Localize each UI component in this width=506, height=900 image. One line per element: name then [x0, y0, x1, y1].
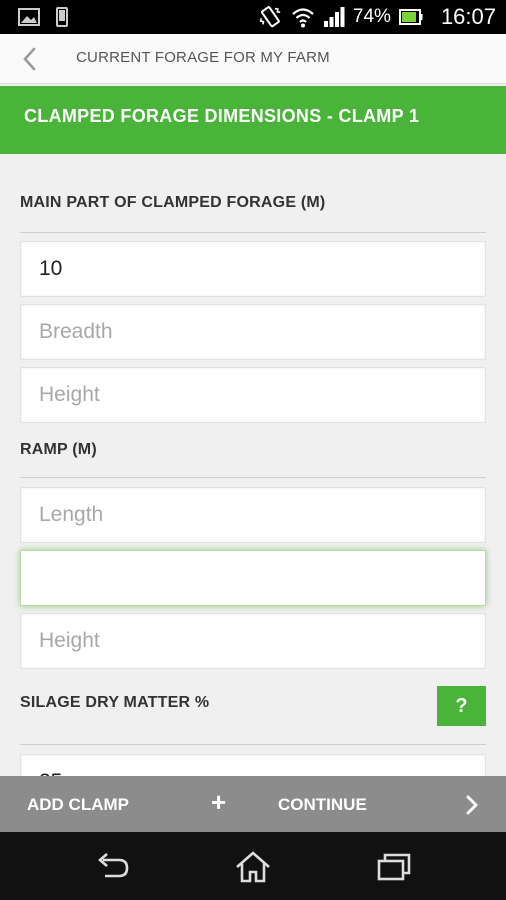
status-bar: 74% 16:07	[0, 0, 506, 34]
ramp-breadth-input[interactable]	[21, 551, 485, 605]
home-icon[interactable]	[233, 850, 273, 884]
main-height-field[interactable]	[20, 367, 486, 423]
app-bar: CURRENT FORAGE FOR MY FARM	[0, 34, 506, 84]
divider	[20, 232, 486, 233]
main-length-field[interactable]	[20, 241, 486, 297]
main-part-label: MAIN PART OF CLAMPED FORAGE (M)	[20, 194, 326, 211]
add-clamp-label: ADD CLAMP	[27, 795, 129, 814]
continue-label: CONTINUE	[278, 795, 367, 814]
section-header: CLAMPED FORAGE DIMENSIONS - CLAMP 1	[0, 86, 506, 154]
dry-matter-field[interactable]	[20, 754, 486, 776]
page-title: CURRENT FORAGE FOR MY FARM	[76, 49, 330, 66]
ramp-label: RAMP (M)	[20, 441, 97, 458]
main-height-input[interactable]	[21, 368, 485, 422]
section-title: CLAMPED FORAGE DIMENSIONS - CLAMP 1	[24, 106, 420, 126]
phone-icon	[56, 7, 68, 27]
ramp-breadth-field[interactable]	[20, 550, 486, 606]
chevron-left-icon[interactable]	[18, 46, 42, 72]
divider	[20, 477, 486, 478]
wifi-icon	[292, 8, 314, 28]
main-breadth-input[interactable]	[21, 305, 485, 359]
form-content[interactable]: MAIN PART OF CLAMPED FORAGE (M) RAMP (M)…	[0, 154, 506, 776]
recent-apps-icon[interactable]	[374, 850, 414, 884]
back-icon[interactable]	[93, 850, 133, 884]
dry-matter-label: SILAGE DRY MATTER %	[20, 694, 210, 711]
divider	[20, 744, 486, 745]
chevron-right-icon	[466, 795, 478, 815]
ramp-height-input[interactable]	[21, 614, 485, 668]
battery-percentage: 74%	[352, 6, 391, 27]
image-icon	[18, 8, 40, 26]
continue-button[interactable]: CONTINUE	[250, 776, 506, 832]
signal-icon	[323, 7, 345, 27]
vibrate-icon	[259, 6, 281, 28]
ramp-length-input[interactable]	[21, 488, 485, 542]
clock: 16:07	[440, 4, 496, 29]
add-clamp-button[interactable]: ADD CLAMP +	[0, 776, 250, 832]
help-button[interactable]: ?	[437, 686, 486, 726]
main-breadth-field[interactable]	[20, 304, 486, 360]
main-length-input[interactable]	[21, 242, 485, 296]
navigation-bar	[0, 832, 506, 900]
battery-icon	[398, 9, 423, 25]
action-bar: ADD CLAMP + CONTINUE	[0, 776, 506, 832]
ramp-height-field[interactable]	[20, 613, 486, 669]
ramp-length-field[interactable]	[20, 487, 486, 543]
dry-matter-input[interactable]	[21, 755, 485, 776]
plus-icon: +	[211, 787, 227, 817]
